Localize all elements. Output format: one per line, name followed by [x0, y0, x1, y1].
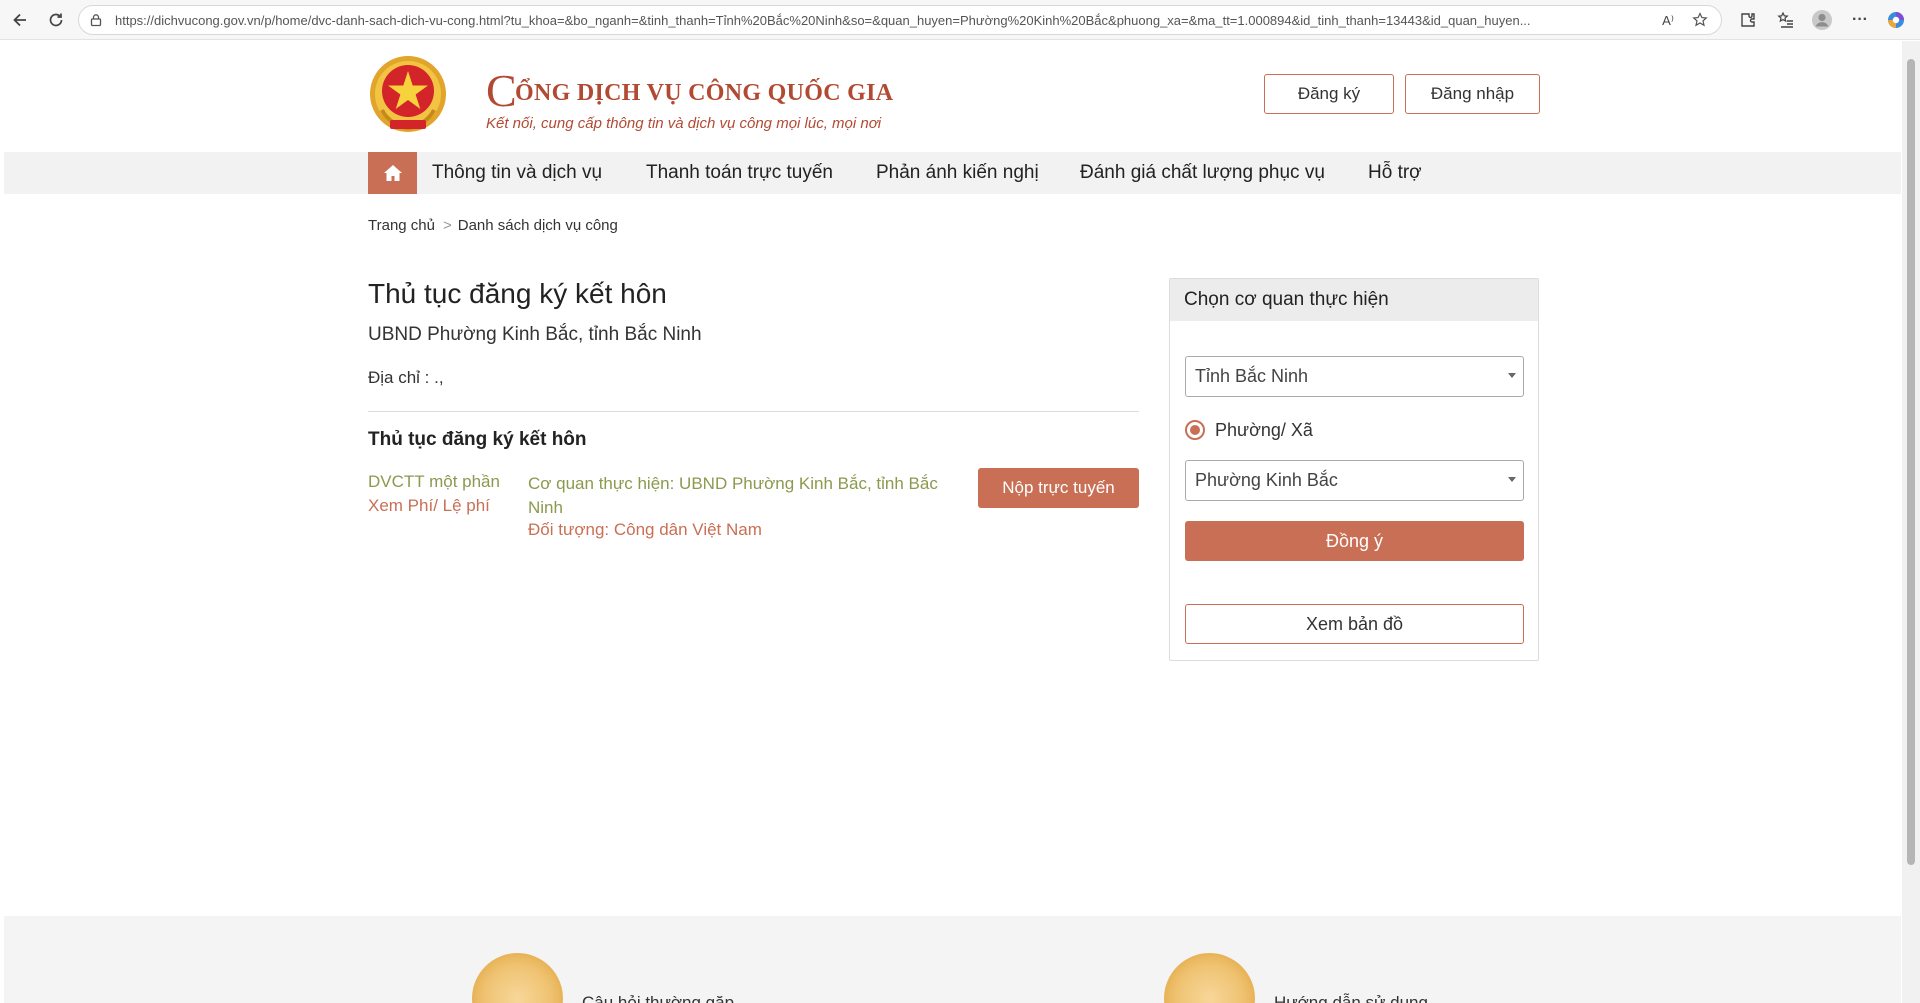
- agency-name: UBND Phường Kinh Bắc, tỉnh Bắc Ninh: [368, 324, 702, 345]
- site-info-icon[interactable]: [85, 9, 107, 31]
- address-bar[interactable]: https://dichvucong.gov.vn/p/home/dvc-dan…: [78, 5, 1722, 35]
- profile-avatar-icon[interactable]: [1810, 8, 1834, 32]
- radio-checked-dot: [1190, 425, 1200, 435]
- faq-emblem-icon[interactable]: [472, 953, 563, 1003]
- favorite-star-icon[interactable]: [1689, 9, 1711, 31]
- breadcrumb-separator: >: [442, 217, 452, 234]
- ward-select-value: Phường Kinh Bắc: [1195, 470, 1338, 490]
- site-title-rest: ỔNG DỊCH VỤ CÔNG QUỐC GIA: [514, 80, 894, 106]
- breadcrumb: Trang chủ > Danh sách dịch vụ công: [368, 217, 618, 234]
- site-title-initial: C: [486, 65, 517, 116]
- province-select[interactable]: Tỉnh Bắc Ninh: [1185, 356, 1524, 397]
- reload-icon[interactable]: [44, 8, 68, 32]
- nav-item-support[interactable]: Hỗ trợ: [1368, 162, 1422, 184]
- site-slogan: Kết nối, cung cấp thông tin và dịch vụ c…: [486, 115, 882, 132]
- chevron-down-icon: [1508, 373, 1516, 378]
- province-select-value: Tỉnh Bắc Ninh: [1195, 366, 1309, 386]
- fee-link[interactable]: Xem Phí/ Lệ phí: [368, 496, 490, 516]
- nav-item-service-rating[interactable]: Đánh giá chất lượng phục vụ: [1080, 162, 1325, 184]
- url-text[interactable]: https://dichvucong.gov.vn/p/home/dvc-dan…: [115, 13, 1645, 28]
- read-aloud-icon[interactable]: A⁾: [1657, 9, 1679, 31]
- ward-radio-button[interactable]: [1185, 420, 1205, 440]
- agency-selector-panel: Chọn cơ quan thực hiện Tỉnh Bắc Ninh Phư…: [1169, 278, 1539, 661]
- procedure-name[interactable]: Thủ tục đăng ký kết hôn: [368, 429, 587, 451]
- register-button[interactable]: Đăng ký: [1264, 74, 1394, 114]
- faq-link[interactable]: Câu hỏi thường gặp: [582, 993, 734, 1003]
- target-subject: Đối tượng: Công dân Việt Nam: [528, 520, 762, 539]
- ward-select[interactable]: Phường Kinh Bắc: [1185, 460, 1524, 501]
- login-button[interactable]: Đăng nhập: [1405, 74, 1540, 114]
- page-content: CỔNG DỊCH VỤ CÔNG QUỐC GIA Kết nối, cung…: [4, 41, 1901, 1003]
- submit-online-button[interactable]: Nộp trực tuyến: [978, 468, 1139, 508]
- back-icon[interactable]: [8, 8, 32, 32]
- service-level: DVCTT một phần: [368, 472, 500, 491]
- site-title[interactable]: CỔNG DỊCH VỤ CÔNG QUỐC GIA: [486, 64, 893, 117]
- panel-heading: Chọn cơ quan thực hiện: [1170, 279, 1538, 321]
- copilot-icon[interactable]: [1884, 8, 1908, 32]
- agree-button[interactable]: Đồng ý: [1185, 521, 1524, 561]
- content-divider: [368, 411, 1139, 412]
- site-header: CỔNG DỊCH VỤ CÔNG QUỐC GIA Kết nối, cung…: [4, 41, 1901, 152]
- ward-radio-label[interactable]: Phường/ Xã: [1215, 420, 1313, 441]
- page-scrollbar[interactable]: [1902, 41, 1920, 1003]
- breadcrumb-current[interactable]: Danh sách dịch vụ công: [458, 217, 618, 234]
- scrollbar-thumb[interactable]: [1907, 59, 1915, 865]
- breadcrumb-home[interactable]: Trang chủ: [368, 217, 435, 234]
- page-title: Thủ tục đăng ký kết hôn: [368, 278, 667, 309]
- user-guide-link[interactable]: Hướng dẫn sử dụng: [1274, 993, 1428, 1003]
- ward-radio-option[interactable]: Phường/ Xã: [1185, 418, 1313, 442]
- national-emblem-logo[interactable]: [368, 54, 448, 141]
- footer-links: Câu hỏi thường gặp Hướng dẫn sử dụng: [4, 916, 1901, 1003]
- nav-item-online-payment[interactable]: Thanh toán trực tuyến: [646, 162, 833, 184]
- nav-item-feedback[interactable]: Phản ánh kiến nghị: [876, 162, 1039, 184]
- favorites-list-icon[interactable]: [1774, 8, 1798, 32]
- executing-agency: Cơ quan thực hiện: UBND Phường Kinh Bắc,…: [528, 474, 938, 517]
- view-map-button[interactable]: Xem bản đồ: [1185, 604, 1524, 644]
- nav-item-info-services[interactable]: Thông tin và dịch vụ: [432, 162, 602, 184]
- extensions-icon[interactable]: [1736, 8, 1760, 32]
- browser-toolbar: https://dichvucong.gov.vn/p/home/dvc-dan…: [0, 0, 1920, 40]
- agency-address: Địa chỉ : .,: [368, 368, 444, 387]
- chevron-down-icon: [1508, 477, 1516, 482]
- more-menu-icon[interactable]: ···: [1848, 8, 1872, 32]
- guide-emblem-icon[interactable]: [1164, 953, 1255, 1003]
- home-icon[interactable]: [368, 152, 417, 194]
- main-navigation: Thông tin và dịch vụ Thanh toán trực tuy…: [4, 152, 1901, 194]
- read-aloud-glyph: A⁾: [1662, 12, 1674, 28]
